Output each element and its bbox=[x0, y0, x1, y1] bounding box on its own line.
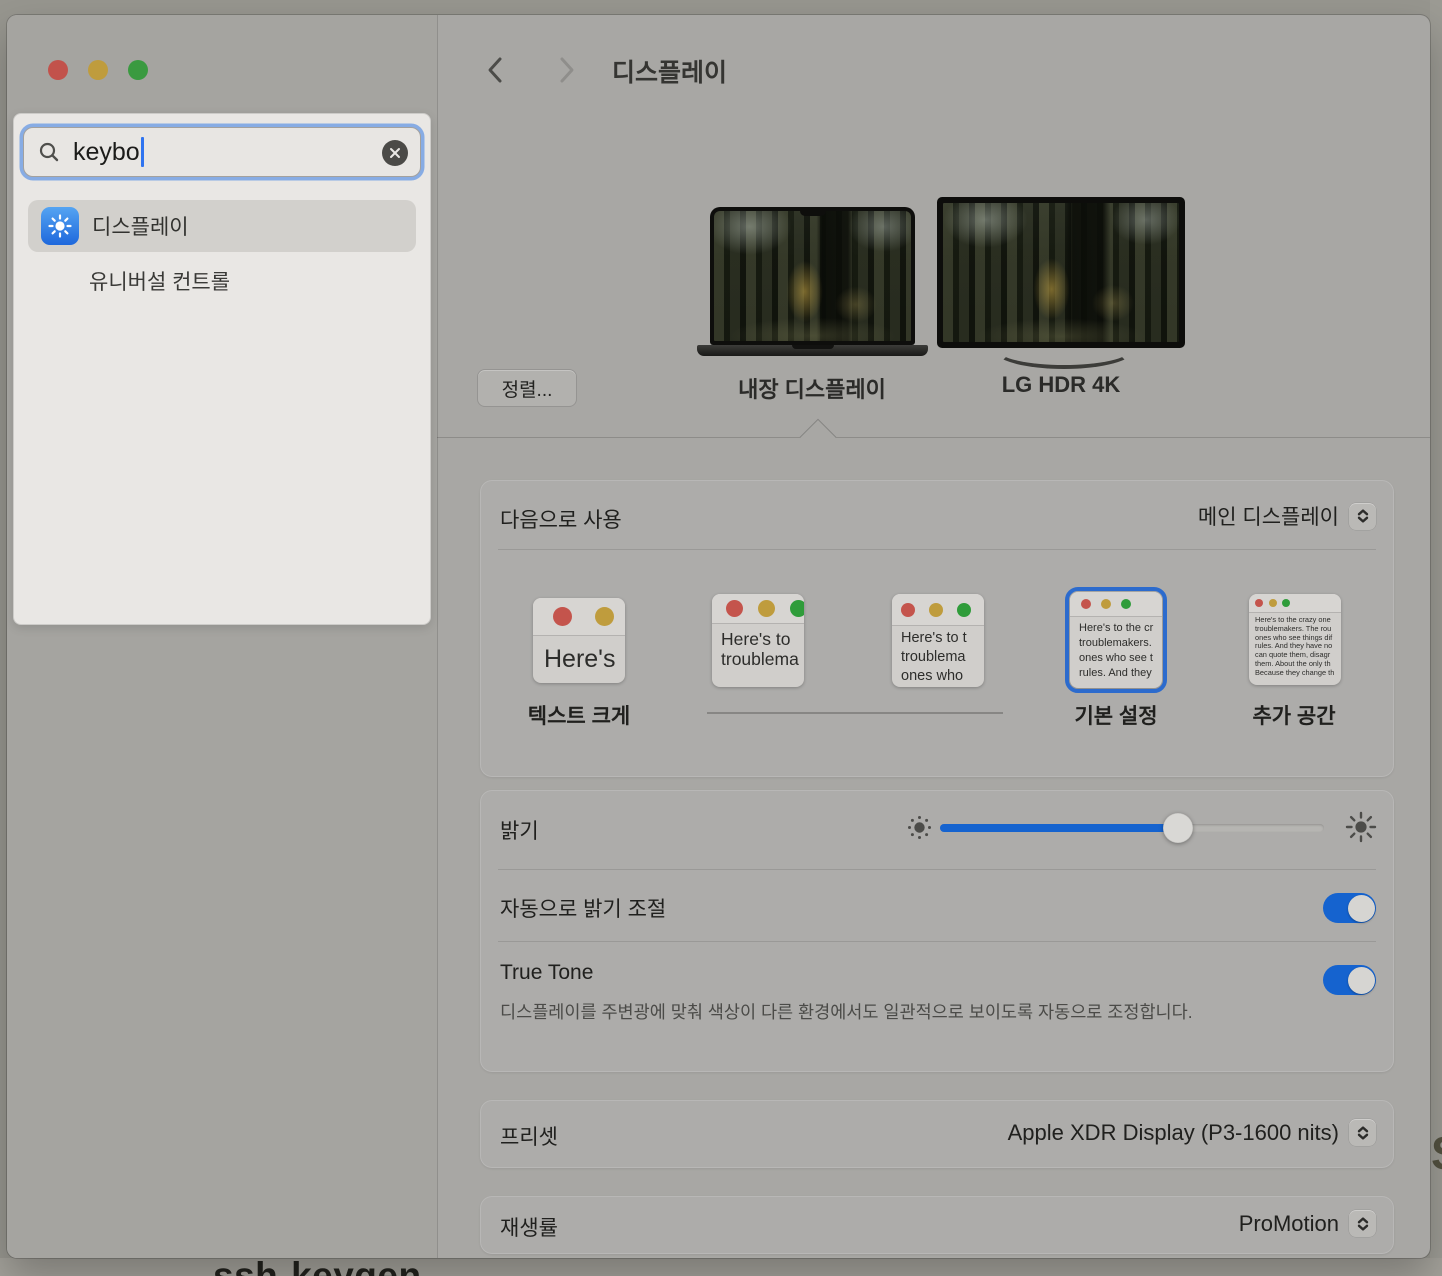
wallpaper bbox=[714, 211, 911, 341]
card-divider bbox=[498, 941, 1376, 942]
page-title: 디스플레이 bbox=[612, 53, 727, 89]
text-caret bbox=[141, 137, 144, 167]
forward-button[interactable] bbox=[553, 55, 581, 85]
slider-fill bbox=[940, 824, 1178, 832]
macbook-deck bbox=[697, 345, 928, 356]
sun-bright-icon bbox=[1344, 810, 1378, 844]
background-partial-letter: S bbox=[1431, 1126, 1442, 1180]
scaling-label-larger-text: 텍스트 크게 bbox=[479, 700, 679, 730]
arrange-button[interactable]: 정렬... bbox=[477, 369, 577, 407]
lg-display-label: LG HDR 4K bbox=[911, 372, 1211, 398]
desktop-right-strip bbox=[1430, 0, 1442, 1258]
refresh-rate-label: 재생률 bbox=[500, 1212, 558, 1242]
minimize-button[interactable] bbox=[88, 60, 108, 80]
preset-popup-button[interactable] bbox=[1349, 1119, 1376, 1146]
preset-label: 프리셋 bbox=[500, 1121, 558, 1151]
auto-brightness-label: 자동으로 밝기 조절 bbox=[500, 893, 666, 923]
wallpaper bbox=[943, 203, 1179, 342]
use-as-label: 다음으로 사용 bbox=[500, 504, 622, 534]
preset-value: Apple XDR Display (P3-1600 nits) bbox=[1008, 1120, 1339, 1146]
use-as-value: 메인 디스플레이 bbox=[1198, 501, 1339, 531]
search-input[interactable]: keybo bbox=[23, 127, 421, 177]
zoom-button[interactable] bbox=[128, 60, 148, 80]
scaling-option-default[interactable]: Here's to the crtroublemakers.ones who s… bbox=[1070, 592, 1162, 688]
refresh-rate-popup-button[interactable] bbox=[1349, 1210, 1376, 1237]
back-button[interactable] bbox=[481, 55, 509, 85]
true-tone-label: True Tone bbox=[500, 961, 593, 985]
sidebar-divider bbox=[437, 15, 438, 1258]
section-divider bbox=[437, 437, 1430, 438]
background-terminal-text: ssh-keygen bbox=[213, 1258, 422, 1276]
search-results-panel: keybo bbox=[13, 113, 431, 625]
true-tone-toggle[interactable] bbox=[1323, 965, 1376, 995]
search-query-text: keybo bbox=[73, 138, 140, 167]
true-tone-description: 디스플레이를 주변광에 맞춰 색상이 다른 환경에서도 일관적으로 보이도록 자… bbox=[500, 999, 1245, 1025]
use-as-popup-button[interactable] bbox=[1349, 503, 1376, 530]
clear-search-button[interactable] bbox=[382, 140, 408, 166]
search-result-display[interactable]: 디스플레이 bbox=[28, 200, 416, 252]
macbook-notch bbox=[800, 210, 826, 216]
display-thumbnail-builtin[interactable] bbox=[710, 207, 915, 345]
brightness-label: 밝기 bbox=[500, 815, 539, 845]
scaling-option-more-space[interactable]: Here's to the crazy onetroublemakers. Th… bbox=[1249, 594, 1341, 685]
brightness-slider[interactable] bbox=[940, 814, 1324, 844]
scaling-label-default: 기본 설정 bbox=[1016, 700, 1216, 730]
scaling-option-larger-text[interactable]: Here's bbox=[533, 598, 625, 683]
selected-display-pointer bbox=[800, 419, 837, 456]
magnifier-icon bbox=[38, 141, 60, 163]
slider-knob[interactable] bbox=[1163, 813, 1193, 843]
display-thumbnail-lg[interactable] bbox=[937, 197, 1185, 348]
card-divider bbox=[498, 869, 1376, 870]
sun-dim-icon bbox=[906, 814, 933, 841]
card-divider bbox=[498, 549, 1376, 550]
scaling-label-more-space: 추가 공간 bbox=[1194, 700, 1394, 730]
auto-brightness-toggle[interactable] bbox=[1323, 893, 1376, 923]
search-result-label: 디스플레이 bbox=[92, 211, 189, 241]
scaling-option-2[interactable]: Here's totroublema bbox=[712, 594, 804, 687]
scaling-option-3[interactable]: Here's to ttroublemaones who bbox=[892, 594, 984, 687]
refresh-rate-value: ProMotion bbox=[1239, 1211, 1339, 1237]
refresh-rate-card: 재생률 ProMotion bbox=[480, 1196, 1394, 1254]
screenshot-canvas: S ssh-keygen keybo bbox=[0, 0, 1442, 1276]
preset-card: 프리셋 Apple XDR Display (P3-1600 nits) bbox=[480, 1100, 1394, 1168]
display-brightness-icon bbox=[41, 207, 79, 245]
close-button[interactable] bbox=[48, 60, 68, 80]
system-settings-window: keybo bbox=[7, 15, 1430, 1258]
desktop-bottom-strip: ssh-keygen bbox=[0, 1258, 1442, 1276]
scaling-connector-line bbox=[707, 712, 1003, 714]
search-result-universal-control[interactable]: 유니버설 컨트롤 bbox=[89, 266, 230, 296]
